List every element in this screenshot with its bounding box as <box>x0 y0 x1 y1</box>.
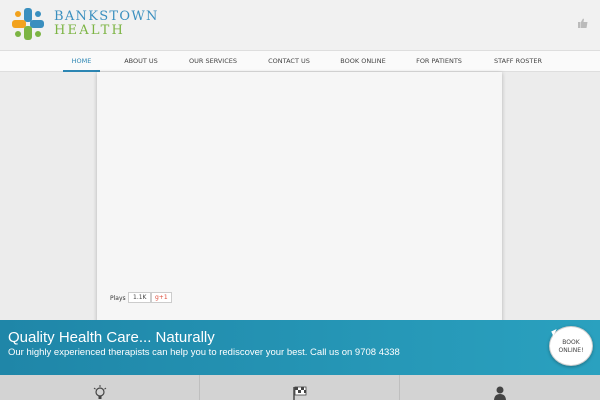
main-navigation: HOME ABOUT US OUR SERVICES CONTACT US BO… <box>0 50 600 72</box>
lightbulb-icon <box>93 385 106 399</box>
plays-count: 1.1K <box>128 292 152 303</box>
nav-item-book-online[interactable]: BOOK ONLINE <box>337 51 389 72</box>
book-online-line-2: ONLINE! <box>558 347 584 354</box>
book-online-button[interactable]: BOOK ONLINE! <box>549 326 593 366</box>
plays-label: Plays <box>110 295 126 302</box>
nav-item-staff-roster[interactable]: STAFF ROSTER <box>490 51 546 72</box>
nav-item-for-patients[interactable]: FOR PATIENTS <box>412 51 466 72</box>
book-online-line-1: BOOK <box>562 339 580 346</box>
nav-item-contact-us[interactable]: CONTACT US <box>264 51 314 72</box>
promo-banner: Quality Health Care... Naturally Our hig… <box>0 320 600 375</box>
media-player-panel[interactable]: Plays 1.1K g+1 <box>97 72 502 326</box>
nav-item-home[interactable]: HOME <box>63 51 100 72</box>
brand-name[interactable]: BANKSTOWN HEALTH <box>54 10 159 38</box>
feature-tile-1[interactable] <box>0 375 200 400</box>
bankstown-health-logo[interactable] <box>8 4 48 44</box>
site-header: BANKSTOWN HEALTH <box>0 0 600 50</box>
banner-text: Our highly experienced therapists can he… <box>8 347 400 358</box>
banner-title: Quality Health Care... Naturally <box>8 329 215 346</box>
feature-tile-3[interactable] <box>400 375 600 400</box>
nav-item-about-us[interactable]: ABOUT US <box>118 51 164 72</box>
google-plus-button[interactable]: g+1 <box>151 292 172 303</box>
thumbs-up-icon[interactable] <box>578 18 588 28</box>
checkered-flag-icon <box>292 386 306 400</box>
feature-tiles <box>0 375 600 400</box>
person-icon <box>494 386 506 400</box>
feature-tile-2[interactable] <box>200 375 400 400</box>
brand-line-2: HEALTH <box>54 23 125 38</box>
nav-item-our-services[interactable]: OUR SERVICES <box>186 51 240 72</box>
brand-line-1: BANKSTOWN <box>54 9 159 24</box>
